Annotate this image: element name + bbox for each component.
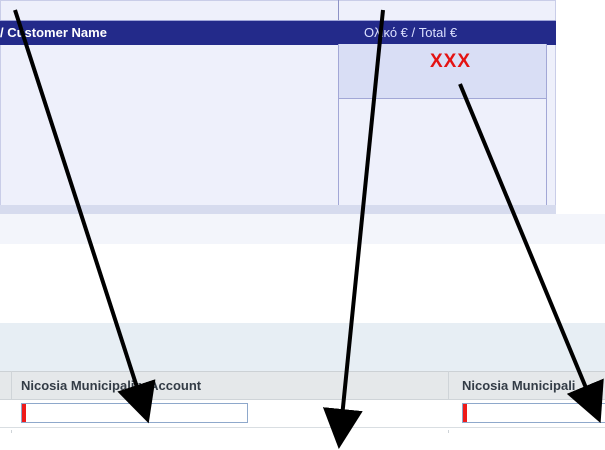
customer-name-column-header: / Customer Name bbox=[0, 25, 107, 40]
total-column-header: Ολικό € / Total € bbox=[364, 25, 458, 40]
bill-table-footer bbox=[0, 205, 556, 214]
column-divider-right bbox=[546, 44, 547, 214]
account-field-label: Nicosia Municipality Account bbox=[21, 378, 202, 393]
table-grid-line bbox=[338, 0, 339, 20]
required-field-marker-2 bbox=[463, 404, 467, 422]
account-number-input-2[interactable] bbox=[462, 403, 605, 423]
account-number-input[interactable] bbox=[21, 403, 248, 423]
account-section-band bbox=[0, 323, 605, 371]
row-divider bbox=[0, 427, 605, 428]
account-field-label-2: Nicosia Municipali bbox=[462, 378, 576, 393]
page-gap bbox=[0, 214, 605, 244]
total-value: XXX bbox=[430, 51, 472, 72]
required-field-marker bbox=[22, 404, 26, 422]
